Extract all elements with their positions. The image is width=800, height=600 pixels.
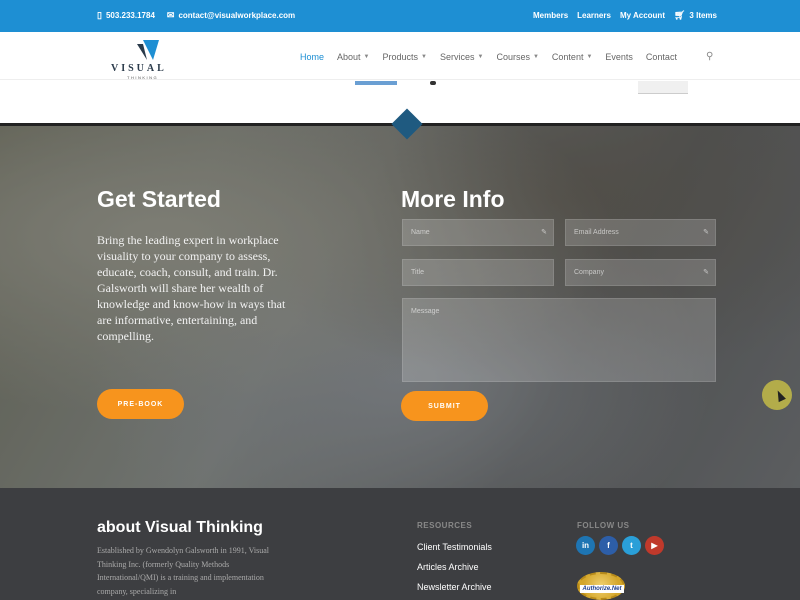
cart-icon: 🛒︎ <box>673 10 686 20</box>
nav-home[interactable]: Home <box>300 52 324 62</box>
top-bar: ▯ 503.233.1784 ✉ contact@visualworkplace… <box>0 0 800 32</box>
about-title: about Visual Thinking <box>97 519 263 536</box>
logo-subword: THINKING <box>127 75 159 80</box>
social-links: in f t ▶ <box>576 536 664 555</box>
facebook-icon[interactable]: f <box>599 536 618 555</box>
company-placeholder: Company <box>574 269 604 276</box>
pre-book-button[interactable]: PRE-BOOK <box>97 389 184 419</box>
partner-logo <box>430 81 436 85</box>
nav-content[interactable]: Content ▼ <box>552 52 592 62</box>
nav-label: Home <box>300 52 325 62</box>
envelope-icon: ✉ <box>166 10 175 20</box>
about-text: Established by Gwendolyn Galsworth in 19… <box>97 546 270 596</box>
email-address: contact@visualworkplace.com <box>178 11 296 20</box>
nav-label: About <box>337 52 361 62</box>
site-logo[interactable]: VISUAL THINKING <box>111 36 181 80</box>
nav-label: Products <box>382 52 419 62</box>
follow-us-heading: FOLLOW US <box>577 521 630 530</box>
logo-word: VISUAL <box>111 63 167 74</box>
phone-number: 503.233.1784 <box>105 11 155 20</box>
nav-products[interactable]: Products ▼ <box>383 52 427 62</box>
pencil-icon: ✎ <box>541 229 547 236</box>
message-placeholder: Message <box>411 308 440 315</box>
partner-logo <box>355 81 397 85</box>
search-icon[interactable]: ⚲ <box>706 51 713 62</box>
chevron-down-icon: ▼ <box>421 54 427 60</box>
main-nav: Home About ▼ Products ▼ Services ▼ Courses ▼… <box>300 52 677 62</box>
phone-icon: ▯ <box>97 10 102 20</box>
chevron-down-icon: ▼ <box>477 54 484 60</box>
get-started-section: Get Started Bring the leading expert in … <box>0 126 800 488</box>
name-field[interactable]: Name ✎ <box>402 219 554 246</box>
nav-events[interactable]: Events <box>605 52 633 62</box>
chevron-down-icon: ▼ <box>586 54 593 60</box>
site-header: VISUAL THINKING Home About ▼ Products ▼ Se… <box>0 32 800 80</box>
youtube-icon[interactable]: ▶ <box>645 536 664 555</box>
email-link[interactable]: ✉ contact@visualworkplace.com <box>166 10 296 21</box>
company-field[interactable]: Company ✎ <box>565 259 716 286</box>
submit-button[interactable]: SUBMIT <box>401 391 488 421</box>
linkedin-icon[interactable]: in <box>576 536 595 555</box>
learners-link[interactable]: Learners <box>577 11 611 20</box>
site-footer: about Visual Thinking Established by Gwe… <box>0 488 800 600</box>
nav-services[interactable]: Services ▼ <box>440 52 483 62</box>
name-placeholder: Name <box>411 229 430 236</box>
authorize-net-seal[interactable]: Authorize.Net <box>577 572 625 600</box>
client-testimonials-link[interactable]: Client Testimonials <box>417 542 492 562</box>
logo-mark-icon <box>137 40 159 60</box>
pencil-icon: ✎ <box>703 269 709 276</box>
twitter-icon[interactable]: t <box>622 536 641 555</box>
nav-label: Contact <box>645 52 677 62</box>
title-placeholder: Title <box>411 269 424 276</box>
nav-contact[interactable]: Contact <box>646 52 677 62</box>
nav-label: Events <box>605 52 633 62</box>
members-link[interactable]: Members <box>533 11 568 20</box>
get-started-text: Bring the leading expert in workplace vi… <box>97 233 286 343</box>
title-field[interactable]: Title <box>402 259 554 286</box>
my-account-link[interactable]: My Account <box>620 11 665 20</box>
message-field[interactable]: Message <box>402 298 716 382</box>
pencil-icon: ✎ <box>703 229 709 236</box>
phone-link[interactable]: ▯ 503.233.1784 <box>97 10 155 21</box>
chevron-down-icon: ▼ <box>532 54 539 60</box>
partner-logo <box>638 81 688 94</box>
articles-archive-link[interactable]: Articles Archive <box>417 562 492 582</box>
nav-about[interactable]: About ▼ <box>337 52 369 62</box>
nav-courses[interactable]: Courses ▼ <box>496 52 538 62</box>
resources-heading: RESOURCES <box>417 521 473 530</box>
email-placeholder: Email Address <box>574 229 619 236</box>
seal-label: Authorize.Net <box>580 585 624 593</box>
nav-label: Courses <box>496 52 530 62</box>
newsletter-archive-link[interactable]: Newsletter Archive <box>417 582 492 600</box>
more-info-title: More Info <box>401 186 505 212</box>
chevron-down-icon: ▼ <box>363 54 370 60</box>
cart-count: 3 Items <box>689 11 717 20</box>
nav-label: Services <box>439 52 475 62</box>
nav-label: Content <box>551 52 584 62</box>
resources-list: Client Testimonials Articles Archive New… <box>417 542 492 600</box>
email-field[interactable]: Email Address ✎ <box>565 219 716 246</box>
cart-link[interactable]: 🛒︎ 3 Items <box>673 10 717 21</box>
get-started-title: Get Started <box>97 186 221 212</box>
